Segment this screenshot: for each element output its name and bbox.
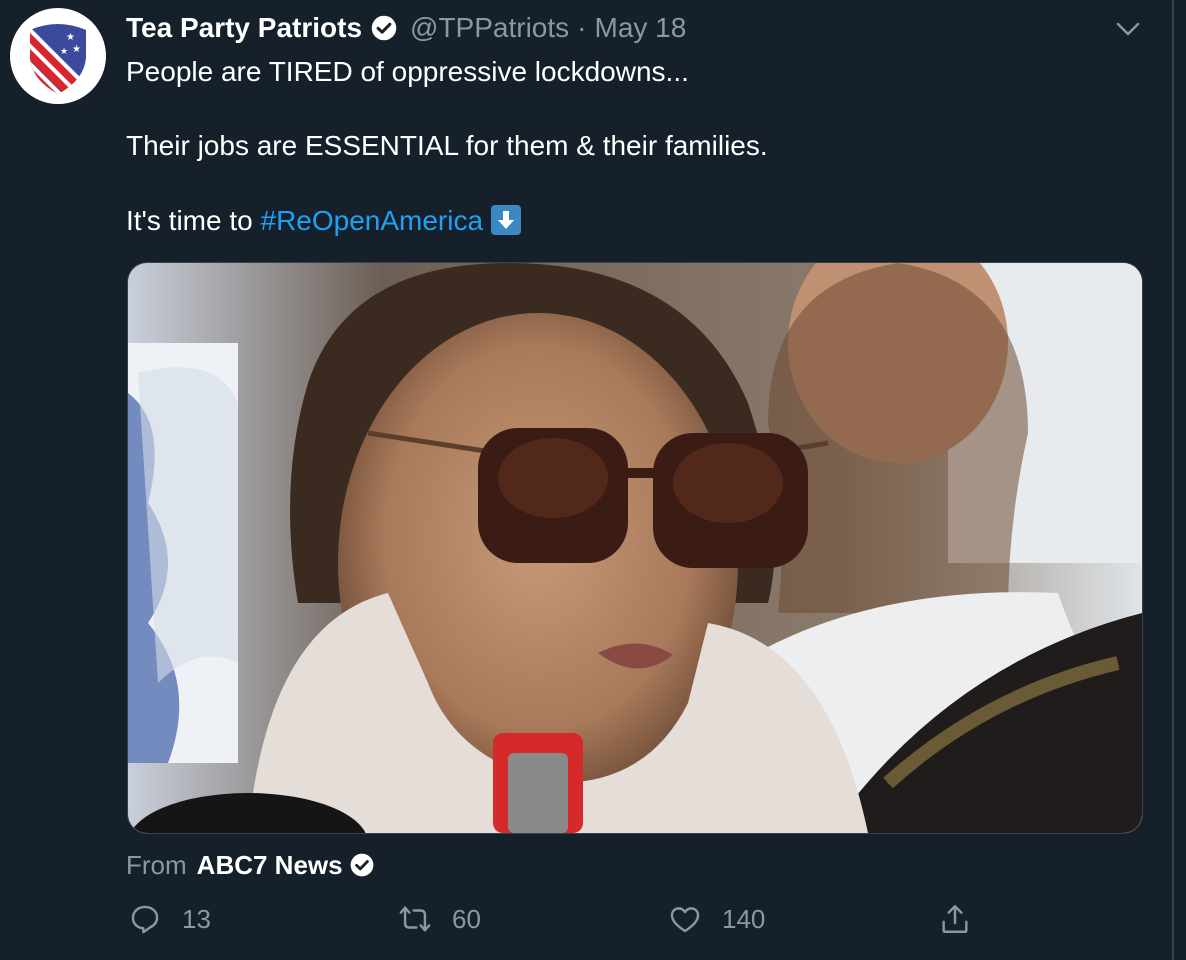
reply-button[interactable]: 13 xyxy=(128,902,211,936)
share-button[interactable] xyxy=(938,902,972,936)
avatar-logo-icon: ★ ★ ★ xyxy=(30,24,86,94)
tweet-text-line-3: It's time to #ReOpenAmerica xyxy=(126,203,522,239)
tweet-text-line-2: Their jobs are ESSENTIAL for them & thei… xyxy=(126,130,768,161)
author-handle[interactable]: @TPPatriots xyxy=(410,12,569,44)
like-button[interactable]: 140 xyxy=(668,902,765,936)
tweet-text-line-1: People are TIRED of oppressive lockdowns… xyxy=(126,56,689,87)
tweet-actions: 13 60 140 xyxy=(0,902,1186,942)
hashtag-link[interactable]: #ReOpenAmerica xyxy=(261,205,484,236)
like-icon xyxy=(670,907,700,933)
retweet-button[interactable]: 60 xyxy=(398,902,481,936)
verified-icon xyxy=(349,852,375,878)
svg-text:★: ★ xyxy=(60,47,68,57)
scrollbar[interactable] xyxy=(1172,0,1174,960)
reply-count: 13 xyxy=(182,903,211,934)
like-count: 140 xyxy=(722,903,766,934)
tweet-date[interactable]: May 18 xyxy=(595,12,687,44)
tweet-text-prefix: It's time to xyxy=(126,205,261,236)
svg-text:★: ★ xyxy=(66,32,75,43)
media-source-label: From xyxy=(126,849,187,880)
down-arrow-emoji-icon xyxy=(491,205,522,235)
video-thumbnail[interactable] xyxy=(127,262,1143,834)
retweet-count: 60 xyxy=(452,903,481,934)
verified-icon xyxy=(370,14,398,42)
separator-dot: · xyxy=(577,12,587,43)
reply-icon xyxy=(131,905,159,934)
svg-text:★: ★ xyxy=(72,44,81,55)
author-name[interactable]: Tea Party Patriots xyxy=(126,12,362,44)
media-source: From ABC7 News xyxy=(126,848,375,882)
chevron-down-icon[interactable] xyxy=(1112,16,1144,42)
media-source-name[interactable]: ABC7 News xyxy=(197,850,343,881)
avatar[interactable]: ★ ★ ★ xyxy=(10,8,106,104)
share-icon xyxy=(942,905,968,933)
tweet-header: Tea Party Patriots @TPPatriots · May 18 xyxy=(126,10,686,46)
video-frame-image xyxy=(128,263,1142,833)
retweet-icon xyxy=(399,906,431,932)
